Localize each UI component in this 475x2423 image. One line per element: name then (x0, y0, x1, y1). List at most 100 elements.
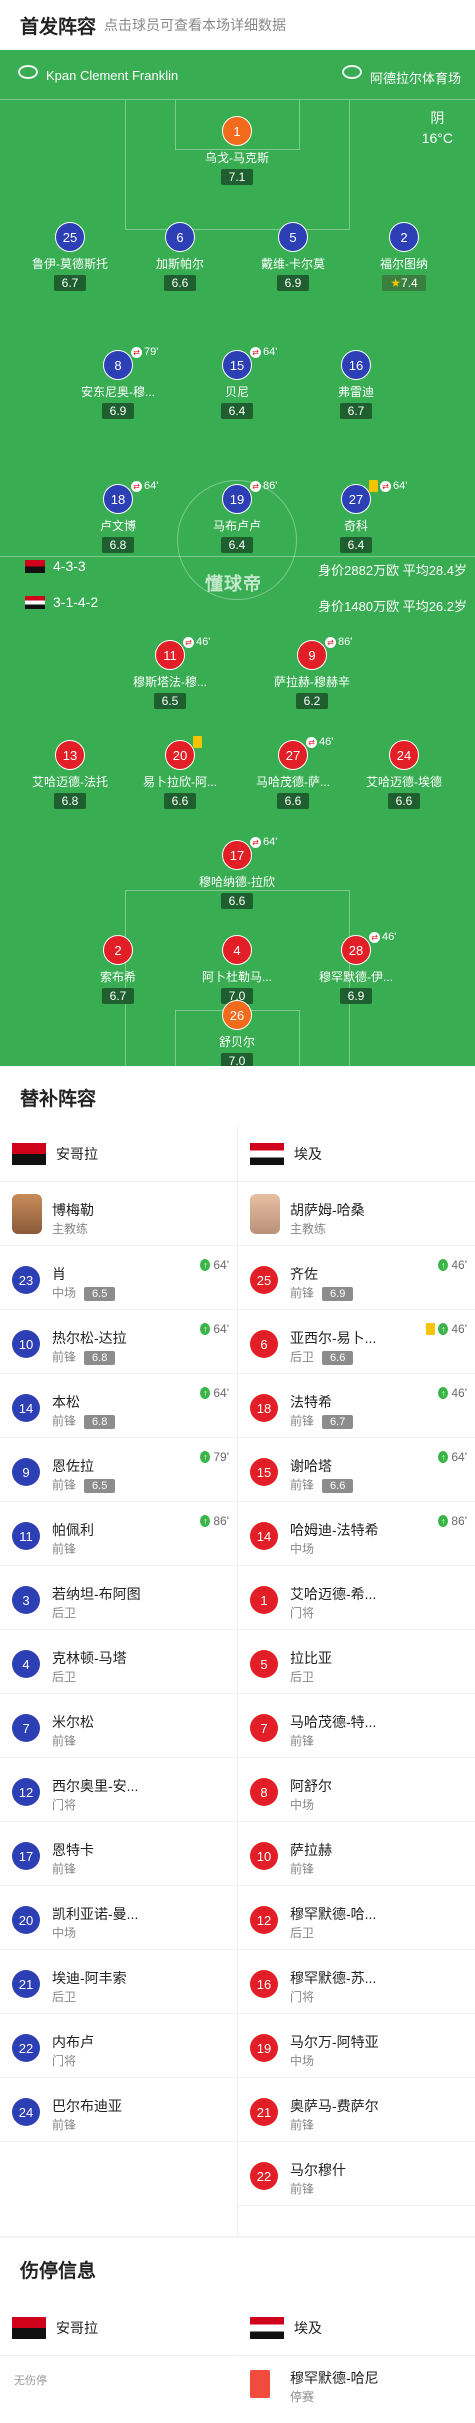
sub-player-row[interactable]: 8 阿舒尔 中场 (238, 1758, 475, 1822)
position-text: 前锋 (52, 2118, 77, 2132)
sub-player-row[interactable]: 12 穆罕默德-哈... 后卫 (238, 1886, 475, 1950)
sub-player-row[interactable]: 23 肖中场 6.5 ↑ 64' (0, 1246, 237, 1310)
player-name: 恩特卡 (52, 1842, 94, 1858)
player-name: 巴尔布迪亚 (52, 2098, 122, 2114)
sub-player-row[interactable]: 16 穆罕默德-苏... 门将 (238, 1950, 475, 2014)
injured-player-status: 停赛 (290, 2390, 315, 2404)
sub-in-icon: ↑ (438, 1451, 449, 1463)
away-player[interactable]: 13 艾哈迈德-法托 6.8 (10, 740, 130, 810)
away-team-name: 埃及 (294, 1145, 322, 1162)
sub-player-row[interactable]: 14 本松 前锋 6.8 ↑ 64' (0, 1374, 237, 1438)
sub-player-row[interactable]: 10 热尔松-达拉 前锋 6.8 ↑ 64' (0, 1310, 237, 1374)
home-player[interactable]: 2 福尔图纳 ★7.4 (344, 222, 464, 292)
away-player[interactable]: 4 阿卜杜勒马... 7.0 (177, 935, 297, 1005)
player-name: 拉比亚 (290, 1650, 332, 1666)
sub-player-row[interactable]: 1 艾哈迈德-希... 门将 (238, 1566, 475, 1630)
player-number: 16 (250, 1970, 278, 1998)
weather-temp: 16°C (421, 130, 453, 146)
player-position: 中场 (290, 1796, 314, 1813)
away-player[interactable]: 2 索布希 6.7 (58, 935, 178, 1005)
sub-player-row[interactable]: 12 西尔奥里-安... 门将 (0, 1758, 237, 1822)
sub-player-row[interactable]: 24 巴尔布迪亚前锋 (0, 2078, 237, 2142)
angola-flag-icon (25, 559, 45, 573)
player-number: 22 (250, 2162, 278, 2190)
substitution-icon: ⇄ (369, 931, 380, 943)
sub-player-row[interactable]: 22 马尔穆什 前锋 (238, 2142, 475, 2206)
sub-player-row[interactable]: 3 若纳坦-布阿图 后卫 (0, 1566, 237, 1630)
sub-player-row[interactable]: 21 奥萨马-费萨尔 前锋 (238, 2078, 475, 2142)
home-player[interactable]: 19 ⇄ 86' 马布卢卢 6.4 (177, 480, 297, 554)
player-name: 加斯帕尔 (155, 257, 204, 271)
player-name: 齐佐 (290, 1266, 318, 1282)
sub-player-row[interactable]: 21 埃迪-阿丰索 后卫 (0, 1950, 237, 2014)
player-rating: 6.6 (163, 275, 197, 291)
away-player[interactable]: 27 ⇄ 46' 马哈茂德-萨... 6.6 (233, 736, 353, 810)
sub-player-row[interactable]: 9 恩佐拉 前锋 6.5 ↑ 79' (0, 1438, 237, 1502)
player-name: 易卜拉欣-阿... (143, 775, 217, 789)
substitution-icon: ⇄ (325, 636, 336, 648)
sub-in-minute: 64' (213, 1258, 229, 1272)
sub-minute: 64' (393, 480, 408, 492)
sub-info: ⇄ 46' (306, 736, 333, 748)
player-number: 24 (12, 2098, 40, 2126)
away-player[interactable]: 24 艾哈迈德-埃德 6.6 (344, 740, 464, 810)
injured-player-name[interactable]: 穆罕默德-哈尼 (290, 2368, 379, 2388)
sub-player-row[interactable]: 11 帕佩利 前锋 ↑ 86' (0, 1502, 237, 1566)
sub-player-row[interactable]: 25 齐佐 前锋 6.9 ↑ 46' (238, 1246, 475, 1310)
away-player[interactable]: 20 易卜拉欣-阿... 6.6 (120, 736, 240, 810)
sub-in-icon: ↑ (438, 1323, 449, 1335)
home-player[interactable]: 6 加斯帕尔 6.6 (120, 222, 240, 292)
sub-player-row[interactable]: 6 亚西尔-易卜... 后卫 6.6 ↑ 46' (238, 1310, 475, 1374)
sub-player-row[interactable]: 4 克林顿-马塔 后卫 (0, 1630, 237, 1694)
injury-away-team: 埃及 (294, 2319, 322, 2336)
player-number: 26 (222, 1000, 252, 1030)
sub-minute: 46' (196, 636, 211, 648)
away-coach[interactable]: 胡萨姆-哈桑 主教练 (238, 1182, 475, 1246)
player-rating: 6.5 (84, 1287, 116, 1301)
away-player[interactable]: 17 ⇄ 64' 穆哈纳德-拉欣 6.6 (177, 836, 297, 910)
weather: 阴 16°C (422, 108, 453, 148)
player-rating: 6.7 (53, 275, 87, 291)
subs-title: 替补阵容 (0, 1066, 475, 1128)
sub-player-row[interactable]: 7 米尔松 前锋 (0, 1694, 237, 1758)
home-player[interactable]: 18 ⇄ 64' 卢文博 6.8 (58, 480, 178, 554)
sub-player-row[interactable]: 15 谢哈塔 前锋 6.6 ↑ 64' (238, 1438, 475, 1502)
home-player[interactable]: 5 戴维-卡尔莫 6.9 (233, 222, 353, 292)
home-player[interactable]: 1 乌戈-马克斯 7.1 (177, 116, 297, 186)
home-player[interactable]: 16 弗雷迪 6.7 (296, 350, 416, 420)
sub-player-row[interactable]: 20 凯利亚诺-曼... 中场 (0, 1886, 237, 1950)
sub-player-row[interactable]: 14 哈姆迪-法特希 中场 ↑ 86' (238, 1502, 475, 1566)
sub-in-info: ↑ 46' (426, 1322, 467, 1336)
sub-player-row[interactable]: 5 拉比亚 后卫 (238, 1630, 475, 1694)
player-number: 17 (222, 840, 252, 870)
position-text: 前锋 (52, 1414, 77, 1428)
away-player[interactable]: 11 ⇄ 46' 穆斯塔法-穆... 6.5 (110, 636, 230, 710)
away-player[interactable]: 26 舒贝尔 7.0 (177, 1000, 297, 1066)
sub-player-row[interactable]: 19 马尔万-阿特亚 中场 (238, 2014, 475, 2078)
home-player[interactable]: 15 ⇄ 64' 贝尼 6.4 (177, 346, 297, 420)
home-coach[interactable]: 博梅勒 主教练 (0, 1182, 237, 1246)
sub-player-row[interactable]: 17 恩特卡 前锋 (0, 1822, 237, 1886)
player-position: 后卫 (290, 1668, 314, 1685)
player-position: 中场 6.5 (52, 1284, 116, 1301)
home-player[interactable]: 25 鲁伊-莫德斯托 6.7 (10, 222, 130, 292)
home-player[interactable]: 8 ⇄ 79' 安东尼奥-穆... 6.9 (58, 346, 178, 420)
player-position: 前锋 (290, 2116, 314, 2133)
home-value: 身价2882万欧 平均28.4岁 (318, 563, 467, 578)
sub-player-row[interactable]: 10 萨拉赫 前锋 (238, 1822, 475, 1886)
sub-player-row[interactable]: 22 内布卢 门将 (0, 2014, 237, 2078)
away-value: 身价1480万欧 平均26.2岁 (318, 599, 467, 614)
away-player[interactable]: 9 ⇄ 86' 萨拉赫-穆赫辛 6.2 (252, 636, 372, 710)
player-number: 23 (12, 1266, 40, 1294)
sub-player-row[interactable]: 7 马哈茂德-特... 前锋 (238, 1694, 475, 1758)
home-subs-column: 安哥拉 博梅勒 主教练 23 肖中场 6.5 ↑ 64' 10 热尔松-达拉 前锋 6.8 ↑ 64… (0, 1126, 237, 2142)
position-text: 前锋 (290, 1478, 315, 1492)
sub-player-row[interactable]: 18 法特希 前锋 6.7 ↑ 46' (238, 1374, 475, 1438)
player-position: 前锋 6.6 (290, 1476, 354, 1493)
home-player[interactable]: 27 ⇄ 64' 奇科 6.4 (296, 480, 416, 554)
coach-name: 博梅勒 (52, 1202, 94, 1218)
substitution-icon: ⇄ (250, 836, 261, 848)
player-number: 11 (155, 640, 185, 670)
away-player[interactable]: 28 ⇄ 46' 穆罕默德-伊... 6.9 (296, 931, 416, 1005)
sub-in-minute: 64' (213, 1386, 229, 1400)
